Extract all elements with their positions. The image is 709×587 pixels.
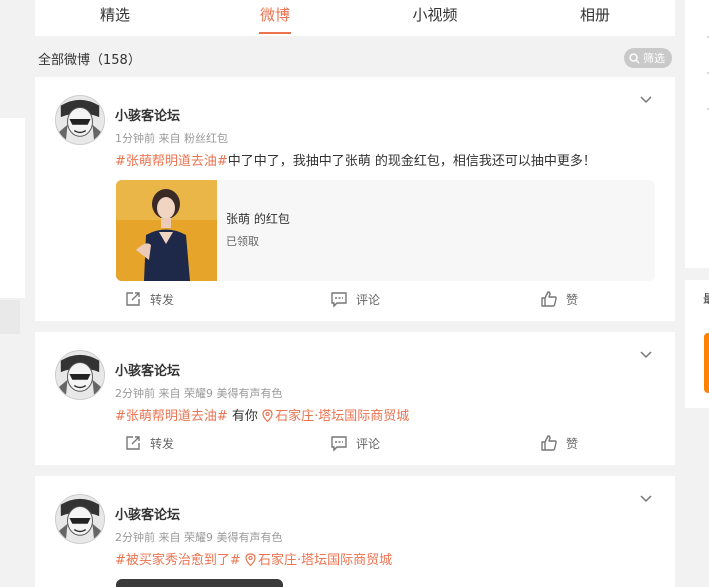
post-text: #张萌帮明道去油#中了中了，我抽中了张萌 的现金红包，相信我还可以抽中更多！: [115, 150, 596, 169]
profile-tabs: 精选 微博 小视频 相册: [35, 0, 675, 36]
chevron-down-icon[interactable]: [639, 492, 653, 506]
location-link[interactable]: 石家庄·塔坛国际商贸城: [245, 553, 392, 568]
topic-link[interactable]: #张萌帮明道去油#: [115, 154, 228, 169]
filter-button[interactable]: 筛选: [624, 48, 672, 68]
avatar[interactable]: [55, 494, 105, 544]
username[interactable]: 小骇客论坛: [115, 504, 180, 523]
left-panel: [0, 118, 25, 298]
repost-label: 转发: [150, 436, 175, 451]
post-meta: 2分钟前 来自 荣耀9 美得有声有色: [115, 387, 283, 400]
location-icon: [262, 409, 273, 423]
location-link[interactable]: 石家庄·塔坛国际商贸城: [262, 409, 409, 424]
tab-weibo[interactable]: 微博: [195, 0, 355, 36]
right-sidebar-edge: 最: [685, 0, 709, 587]
post-actions: 转发 评论 赞: [35, 290, 675, 314]
post-card: 小骇客论坛 1分钟前 来自 粉丝红包 #张萌帮明道去油#中了中了，我抽中了张萌 …: [35, 77, 675, 321]
filter-label: 筛选: [643, 52, 665, 65]
red-packet-status: 已领取: [226, 235, 259, 248]
username[interactable]: 小骇客论坛: [115, 360, 180, 379]
like-label: 赞: [566, 292, 579, 307]
chevron-down-icon[interactable]: [639, 93, 653, 107]
left-sidebar-edge: [0, 0, 25, 587]
like-button[interactable]: 赞: [540, 290, 578, 308]
red-packet-title: 张萌 的红包: [226, 212, 290, 226]
post-card: 小骇客论坛 2分钟前 来自 荣耀9 美得有声有色 #被买家秀治愈到了# 石家庄·…: [35, 476, 675, 587]
post-text: #被买家秀治愈到了# 石家庄·塔坛国际商贸城: [115, 549, 392, 568]
avatar[interactable]: [55, 350, 105, 400]
tab-short-video[interactable]: 小视频: [355, 0, 515, 36]
post-body: 有你: [227, 409, 263, 424]
comment-button[interactable]: 评论: [330, 434, 380, 452]
post-meta: 1分钟前 来自 粉丝红包: [115, 132, 228, 145]
topic-link[interactable]: #张萌帮明道去油#: [115, 409, 228, 424]
right-panel-title: 最: [703, 290, 709, 304]
post-image[interactable]: [116, 579, 283, 587]
left-panel-item[interactable]: [0, 300, 20, 334]
chevron-down-icon[interactable]: [639, 348, 653, 362]
like-label: 赞: [566, 436, 579, 451]
post-card: 小骇客论坛 2分钟前 来自 荣耀9 美得有声有色 #张萌帮明道去油# 有你 石家…: [35, 332, 675, 465]
tab-featured[interactable]: 精选: [35, 0, 195, 36]
username[interactable]: 小骇客论坛: [115, 105, 180, 124]
topic-link[interactable]: #被买家秀治愈到了#: [115, 553, 241, 568]
red-packet-image: [116, 180, 217, 281]
post-body: 中了中了，我抽中了张萌 的现金红包，相信我还可以抽中更多！: [227, 154, 596, 169]
avatar[interactable]: [55, 95, 105, 145]
comment-label: 评论: [356, 436, 381, 451]
post-actions: 转发 评论 赞: [35, 434, 675, 458]
right-panel-button[interactable]: [704, 333, 709, 393]
location-icon: [245, 553, 256, 567]
post-meta: 2分钟前 来自 荣耀9 美得有声有色: [115, 531, 283, 544]
feed-header: 全部微博（158） 筛选: [38, 48, 672, 68]
post-count: 全部微博（158）: [38, 52, 141, 68]
search-icon: [629, 52, 640, 64]
repost-icon: [126, 436, 140, 450]
comment-icon: [331, 292, 347, 308]
right-panel: 最: [685, 280, 709, 408]
post-text: #张萌帮明道去油# 有你 石家庄·塔坛国际商贸城: [115, 405, 409, 424]
comment-icon: [331, 436, 347, 452]
tab-album[interactable]: 相册: [515, 0, 675, 36]
repost-label: 转发: [150, 292, 175, 307]
like-button[interactable]: 赞: [540, 434, 578, 452]
location-label: 石家庄·塔坛国际商贸城: [275, 409, 410, 424]
comment-label: 评论: [356, 292, 381, 307]
comment-button[interactable]: 评论: [330, 290, 380, 308]
like-icon: [541, 435, 557, 451]
location-label: 石家庄·塔坛国际商贸城: [257, 553, 393, 568]
repost-icon: [126, 292, 140, 306]
repost-button[interactable]: 转发: [124, 290, 174, 308]
repost-button[interactable]: 转发: [124, 434, 174, 452]
right-panel: [685, 0, 709, 268]
red-packet-card[interactable]: 张萌 的红包 已领取: [116, 180, 655, 281]
like-icon: [541, 291, 557, 307]
